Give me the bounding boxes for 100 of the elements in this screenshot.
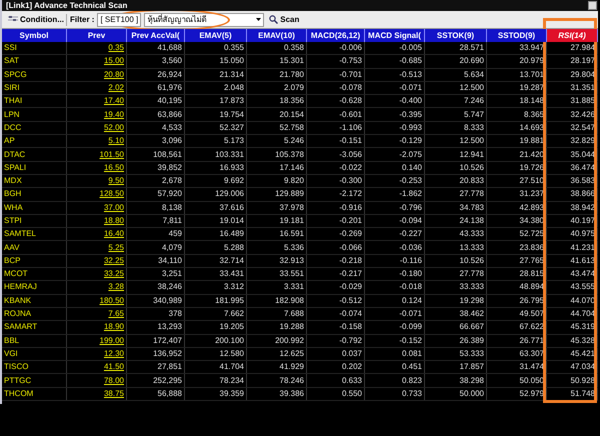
table-cell: 5.173: [224, 137, 244, 146]
column-header[interactable]: Prev AccVal(: [127, 29, 185, 42]
table-cell: -0.201: [339, 217, 362, 225]
table-cell: 40.197: [570, 217, 595, 225]
table-cell: 53.333: [460, 350, 484, 358]
price-link[interactable]: 17.40: [104, 97, 124, 106]
price-link[interactable]: 199.00: [100, 336, 124, 345]
column-header[interactable]: SSTOD(9): [487, 29, 547, 42]
price-link[interactable]: 16.50: [104, 164, 124, 172]
table-cell: -0.300: [339, 177, 362, 186]
price-link[interactable]: 33.25: [104, 270, 124, 278]
price-link[interactable]: 19.40: [104, 110, 124, 119]
price-link[interactable]: 0.35: [108, 44, 124, 52]
price-link[interactable]: 16.40: [104, 230, 124, 238]
table-cell: 3,251: [162, 270, 182, 278]
table-cell: 32.547: [570, 124, 595, 132]
symbol-cell: KBANK: [4, 296, 32, 305]
table-cell: 52.758: [280, 124, 304, 132]
column-header[interactable]: EMAV(5): [185, 29, 247, 42]
price-link[interactable]: 101.50: [100, 150, 124, 159]
price-link[interactable]: 9.50: [108, 177, 124, 186]
column-header[interactable]: Prev: [67, 29, 127, 42]
table-cell: -0.701: [339, 70, 362, 79]
table-cell: -3.056: [339, 150, 362, 159]
preset-dropdown[interactable]: หุ้นที่สัญญาณไม่ดี: [144, 12, 264, 26]
table-cell: 4,079: [162, 244, 182, 252]
table-cell: 27.510: [520, 177, 544, 186]
table-cell: 35.044: [570, 150, 595, 159]
column-header[interactable]: MACD(26,12): [307, 29, 365, 42]
table-cell: 57,920: [158, 190, 182, 198]
table-cell: 200.100: [215, 336, 244, 345]
table-cell: 47.034: [570, 363, 595, 372]
table-cell: 78.246: [280, 376, 304, 385]
price-link[interactable]: 52.00: [104, 124, 124, 132]
table-cell: 48.894: [520, 283, 544, 292]
table-cell: -0.078: [339, 84, 362, 92]
price-link[interactable]: 38.75: [104, 390, 124, 398]
price-link[interactable]: 15.00: [104, 57, 124, 66]
table-cell: -0.074: [339, 310, 362, 318]
price-link[interactable]: 5.10: [108, 137, 124, 146]
table-cell: 0.202: [342, 363, 362, 372]
table-cell: 43.555: [570, 283, 595, 292]
table-cell: 10.526: [460, 256, 484, 265]
table-cell: 50.928: [570, 376, 595, 385]
table-cell: 12.580: [220, 350, 244, 358]
price-link[interactable]: 3.28: [108, 283, 124, 292]
table-cell: 5.336: [284, 244, 304, 252]
table-cell: 5.288: [224, 244, 244, 252]
price-link[interactable]: 18.80: [104, 217, 124, 225]
table-cell: 15.050: [220, 57, 244, 66]
table-cell: 17.146: [280, 164, 304, 172]
table-cell: 0.355: [224, 44, 244, 52]
table-cell: -0.513: [399, 70, 422, 79]
table-cell: 45.319: [570, 323, 595, 332]
price-link[interactable]: 12.30: [104, 350, 124, 358]
price-link[interactable]: 37.00: [104, 204, 124, 212]
price-link[interactable]: 78.00: [104, 376, 124, 385]
table-cell: -0.129: [399, 137, 422, 146]
price-link[interactable]: 18.90: [104, 323, 124, 332]
scan-button[interactable]: Scan: [267, 14, 302, 26]
table-cell: -0.158: [339, 323, 362, 332]
price-link[interactable]: 128.50: [100, 190, 124, 198]
table-cell: 37.978: [280, 204, 304, 212]
price-link[interactable]: 20.80: [104, 70, 124, 79]
table-cell: 32.714: [220, 256, 244, 265]
table-cell: 36.474: [570, 164, 595, 172]
column-header[interactable]: EMAV(10): [247, 29, 307, 42]
price-link[interactable]: 41.50: [104, 363, 124, 372]
condition-button[interactable]: Condition...: [6, 14, 67, 26]
table-cell: 38.298: [460, 376, 484, 385]
table-cell: -0.601: [339, 110, 362, 119]
price-link[interactable]: 32.25: [104, 256, 124, 265]
price-link[interactable]: 5.25: [108, 244, 124, 252]
table-cell: 3,560: [162, 57, 182, 66]
symbol-cell: LPN: [4, 110, 20, 119]
table-cell: 13,293: [158, 323, 182, 332]
price-link[interactable]: 7.65: [108, 310, 124, 318]
table-cell: -0.006: [339, 44, 362, 52]
window-title: [Link1] Advance Technical Scan: [6, 2, 128, 10]
column-header[interactable]: MACD Signal(: [365, 29, 425, 42]
table-cell: 63,866: [158, 110, 182, 119]
table-cell: 19.754: [220, 110, 244, 119]
table-cell: 0.733: [402, 390, 422, 398]
column-header[interactable]: Symbol: [2, 29, 67, 42]
table-cell: 0.358: [284, 44, 304, 52]
price-link[interactable]: 180.50: [100, 296, 124, 305]
table-cell: 7.246: [464, 97, 484, 106]
table-cell: -0.094: [399, 217, 422, 225]
table-cell: 129.889: [275, 190, 304, 198]
column-header[interactable]: SSTOK(9): [425, 29, 487, 42]
table-cell: 41.704: [220, 363, 244, 372]
table-cell: 12.500: [460, 84, 484, 92]
table-cell: 3.312: [224, 283, 244, 292]
table-cell: 8.365: [524, 110, 544, 119]
table-cell: 0.633: [342, 376, 362, 385]
table-cell: 21.780: [280, 70, 304, 79]
column-header[interactable]: RSI(14): [547, 29, 598, 42]
price-link[interactable]: 2.02: [108, 84, 124, 92]
table-cell: 50.050: [520, 376, 544, 385]
table-cell: -0.036: [399, 244, 422, 252]
